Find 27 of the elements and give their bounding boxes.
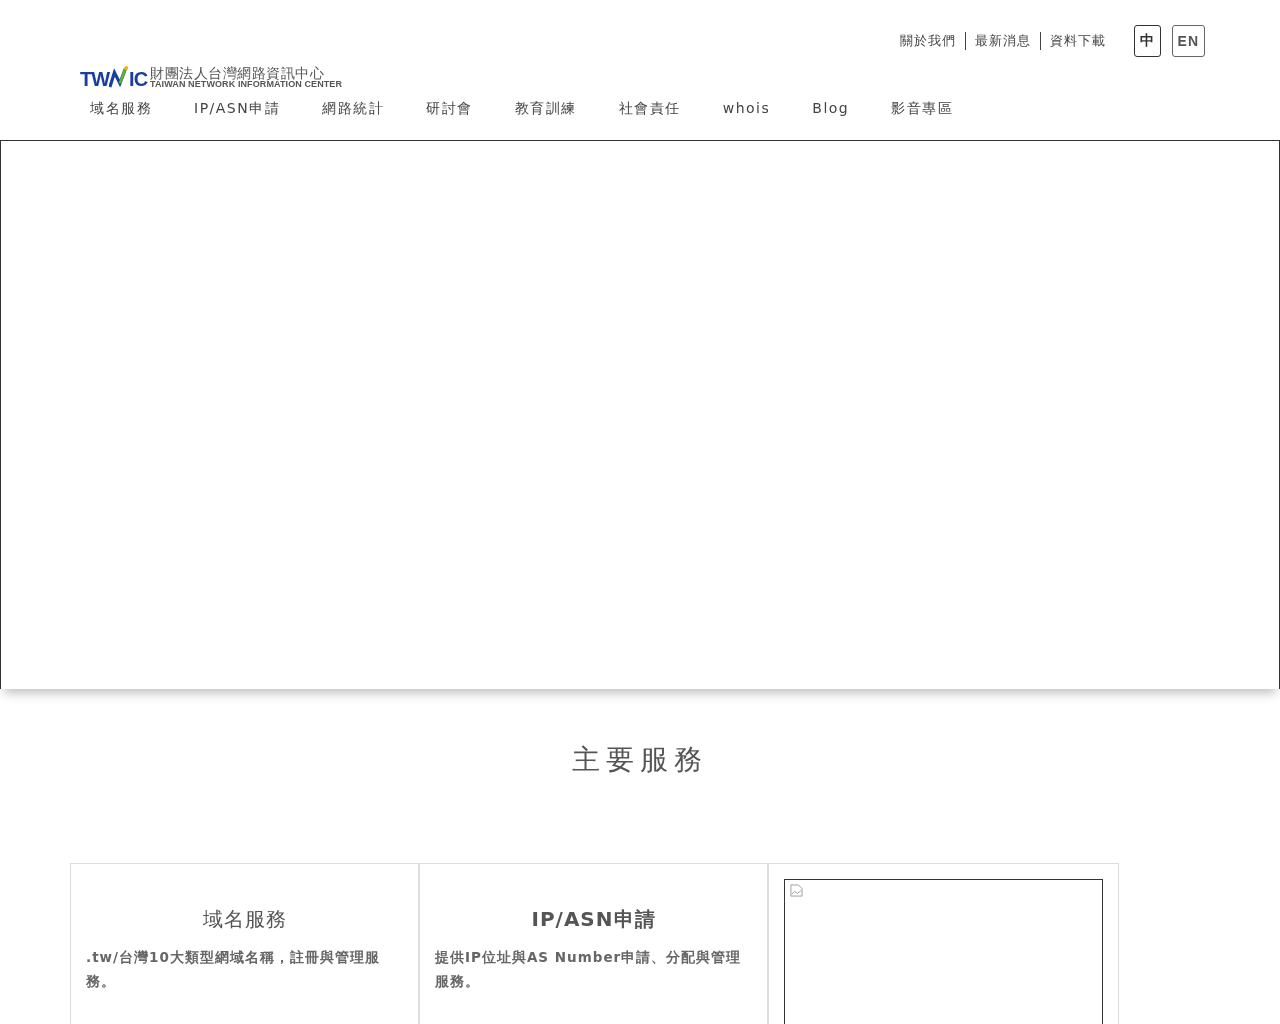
nav-link[interactable]: 教育訓練 — [514, 100, 577, 118]
swoosh-icon — [109, 65, 130, 89]
nav-link[interactable]: 域名服務 — [90, 100, 152, 118]
card-description: 提供IP位址與AS Number申請、分配與管理服務。 — [435, 948, 743, 991]
logo-subtitle: TAIWAN NETWORK INFORMATION CENTER — [150, 80, 343, 89]
logo-name: 財團法人台灣網路資訊中心 — [150, 66, 326, 80]
top-link[interactable]: 資料下載 — [1040, 32, 1115, 50]
service-card[interactable]: IP/ASN申請 提供IP位址與AS Number申請、分配與管理服務。 — [420, 864, 769, 1024]
language-button[interactable]: 中 — [1133, 25, 1161, 57]
nav-link[interactable]: IP/ASN申請 — [194, 100, 281, 118]
card-title: 域名服務 — [201, 906, 288, 933]
section-title: 主要服務 — [571, 742, 709, 778]
nav-link[interactable]: 網路統計 — [322, 100, 385, 118]
nav-link[interactable]: 影音專區 — [891, 100, 954, 118]
nav-link[interactable]: Blog — [812, 100, 850, 118]
card-title: IP/ASN申請 — [530, 906, 657, 933]
language-button[interactable]: EN — [1171, 25, 1205, 57]
nav-link[interactable]: whois — [722, 100, 771, 118]
broken-image-icon — [790, 884, 803, 897]
logo-letters: IC — [129, 69, 148, 89]
card-description: .tw/台灣10大類型網域名稱，註冊與管理服務。 — [86, 948, 381, 991]
nav-link[interactable]: 社會責任 — [618, 100, 681, 118]
nav-link[interactable]: 研討會 — [426, 100, 473, 118]
service-card[interactable]: 域名服務 .tw/台灣10大類型網域名稱，註冊與管理服務。 — [71, 864, 420, 1024]
top-link[interactable]: 最新消息 — [965, 32, 1040, 50]
top-link[interactable]: 關於我們 — [890, 32, 965, 50]
logo-letters: TW — [80, 69, 110, 89]
